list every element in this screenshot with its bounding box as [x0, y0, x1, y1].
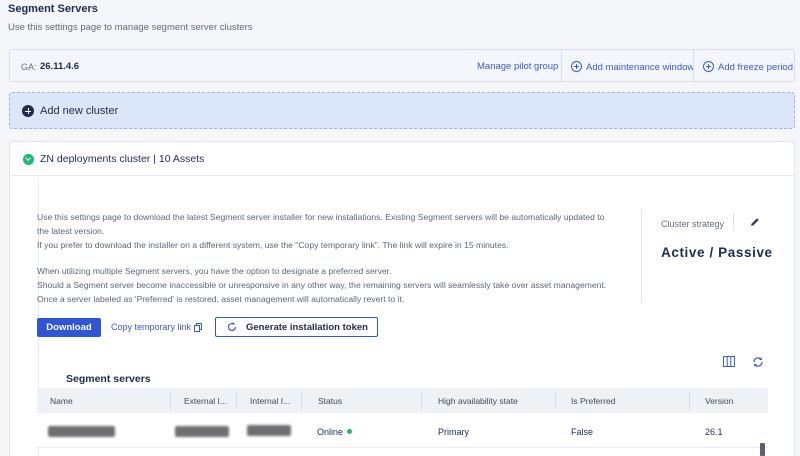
- generate-token-label: Generate installation token: [246, 322, 368, 333]
- table-row[interactable]: Online Primary False 26.1: [37, 413, 768, 448]
- ga-version: 26.11.4.6: [40, 61, 80, 72]
- column-divider[interactable]: [555, 392, 556, 409]
- section-title: Segment servers: [66, 373, 151, 385]
- add-new-cluster-button[interactable]: Add new cluster: [9, 92, 795, 129]
- manage-pilot-group-link[interactable]: Manage pilot group: [477, 61, 558, 72]
- column-divider[interactable]: [421, 392, 422, 409]
- plus-circle-icon: [571, 61, 582, 72]
- is-preferred-cell: False: [571, 427, 594, 437]
- segment-servers-table: Name External I... Internal I... Status …: [37, 388, 768, 456]
- cluster-strategy-label: Cluster strategy: [661, 219, 725, 229]
- reload-icon[interactable]: [752, 356, 764, 368]
- column-divider[interactable]: [689, 392, 690, 409]
- column-header-ha-state[interactable]: High availability state: [438, 396, 518, 406]
- scrollbar[interactable]: [760, 443, 765, 456]
- description-line: the latest version.: [37, 226, 105, 236]
- add-freeze-label: Add freeze period: [718, 62, 793, 73]
- add-maintenance-label: Add maintenance window: [586, 62, 695, 73]
- add-cluster-label: Add new cluster: [40, 105, 119, 117]
- add-maintenance-window-button[interactable]: Add maintenance window: [571, 61, 694, 73]
- copy-temporary-link[interactable]: Copy temporary link: [111, 322, 191, 332]
- column-divider[interactable]: [236, 392, 237, 409]
- description-line: When utilizing multiple Segment servers,…: [37, 266, 392, 276]
- chevron-down-icon[interactable]: [23, 154, 34, 165]
- status-text: Online: [317, 427, 344, 437]
- copy-icon[interactable]: [194, 323, 202, 332]
- plus-circle-icon: [22, 105, 34, 117]
- plus-circle-icon: [703, 61, 714, 72]
- divider: [733, 213, 734, 231]
- columns-icon[interactable]: [723, 356, 735, 367]
- ga-bar: GA: 26.11.4.6 Manage pilot group Add mai…: [9, 49, 795, 82]
- divider: [641, 210, 642, 302]
- ha-state-cell: Primary: [438, 427, 469, 437]
- pencil-icon[interactable]: [750, 217, 760, 227]
- page-title: Segment Servers: [8, 3, 98, 15]
- generate-installation-token-button[interactable]: Generate installation token: [215, 317, 378, 337]
- column-divider[interactable]: [301, 392, 302, 409]
- online-status-dot: [347, 429, 353, 434]
- download-button[interactable]: Download: [37, 318, 101, 337]
- version-cell: 26.1: [705, 427, 723, 437]
- column-header-status[interactable]: Status: [318, 396, 342, 406]
- cluster-header[interactable]: ZN deployments cluster | 10 Assets: [10, 142, 794, 176]
- column-header-internal-ip[interactable]: Internal I...: [250, 396, 290, 406]
- column-header-is-preferred[interactable]: Is Preferred: [571, 396, 615, 406]
- page-subtitle: Use this settings page to manage segment…: [8, 22, 253, 33]
- redacted-external-ip: [175, 426, 229, 437]
- column-header-external-ip[interactable]: External I...: [184, 396, 227, 406]
- status-cell: Online: [317, 427, 353, 437]
- refresh-icon: [227, 322, 237, 332]
- redacted-internal-ip: [247, 425, 291, 436]
- cluster-strategy-value: Active / Passive: [661, 245, 773, 260]
- column-divider[interactable]: [170, 392, 171, 409]
- ga-label: GA:: [21, 62, 37, 72]
- column-header-version[interactable]: Version: [705, 396, 733, 406]
- description-line: Once a server labeled as 'Preferred' is …: [37, 294, 405, 304]
- description-line: Should a Segment server become inaccessi…: [37, 280, 607, 290]
- add-freeze-period-button[interactable]: Add freeze period: [703, 61, 793, 73]
- divider: [561, 50, 562, 81]
- redacted-name: [48, 426, 115, 437]
- divider: [693, 50, 694, 81]
- table-header: Name External I... Internal I... Status …: [37, 388, 768, 413]
- column-header-name[interactable]: Name: [50, 396, 73, 406]
- description-line: Use this settings page to download the l…: [37, 212, 605, 222]
- description-line: If you prefer to download the installer …: [37, 240, 509, 250]
- cluster-title: ZN deployments cluster | 10 Assets: [40, 153, 205, 165]
